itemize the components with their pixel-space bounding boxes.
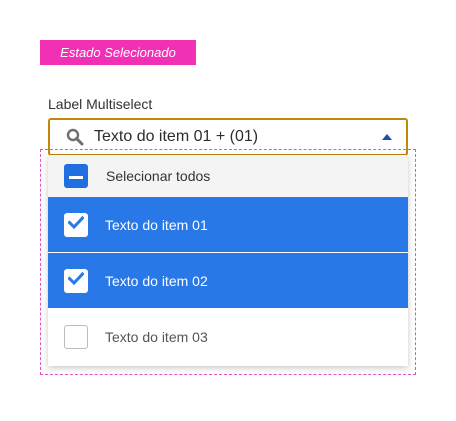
item-label: Texto do item 02	[105, 272, 208, 289]
list-item[interactable]: Texto do item 01	[48, 197, 408, 252]
select-all-checkbox[interactable]	[64, 164, 88, 188]
list-item[interactable]: Texto do item 03	[48, 308, 408, 366]
dropdown-list: Selecionar todos Texto do item 01 Texto …	[48, 155, 408, 366]
minus-icon	[69, 167, 83, 185]
item-label: Texto do item 01	[105, 216, 208, 233]
item-checkbox[interactable]	[64, 325, 88, 349]
field-label: Label Multiselect	[48, 96, 153, 112]
item-checkbox[interactable]	[64, 212, 88, 237]
select-all-label: Selecionar todos	[106, 168, 211, 184]
search-icon	[64, 126, 86, 148]
multiselect-input[interactable]: Texto do item 01 + (01)	[48, 118, 408, 156]
state-tag: Estado Selecionado	[40, 40, 196, 65]
selected-value: Texto do item 01 + (01)	[94, 128, 259, 145]
list-item[interactable]: Texto do item 02	[48, 253, 408, 308]
check-icon	[67, 271, 85, 290]
select-all-option[interactable]: Selecionar todos	[48, 155, 408, 197]
check-icon	[67, 215, 85, 234]
item-checkbox[interactable]	[64, 268, 88, 293]
item-label: Texto do item 03	[105, 329, 208, 345]
multiselect-stage: Estado Selecionado Label Multiselect Tex…	[0, 0, 456, 421]
caret-up-icon[interactable]	[382, 134, 392, 140]
